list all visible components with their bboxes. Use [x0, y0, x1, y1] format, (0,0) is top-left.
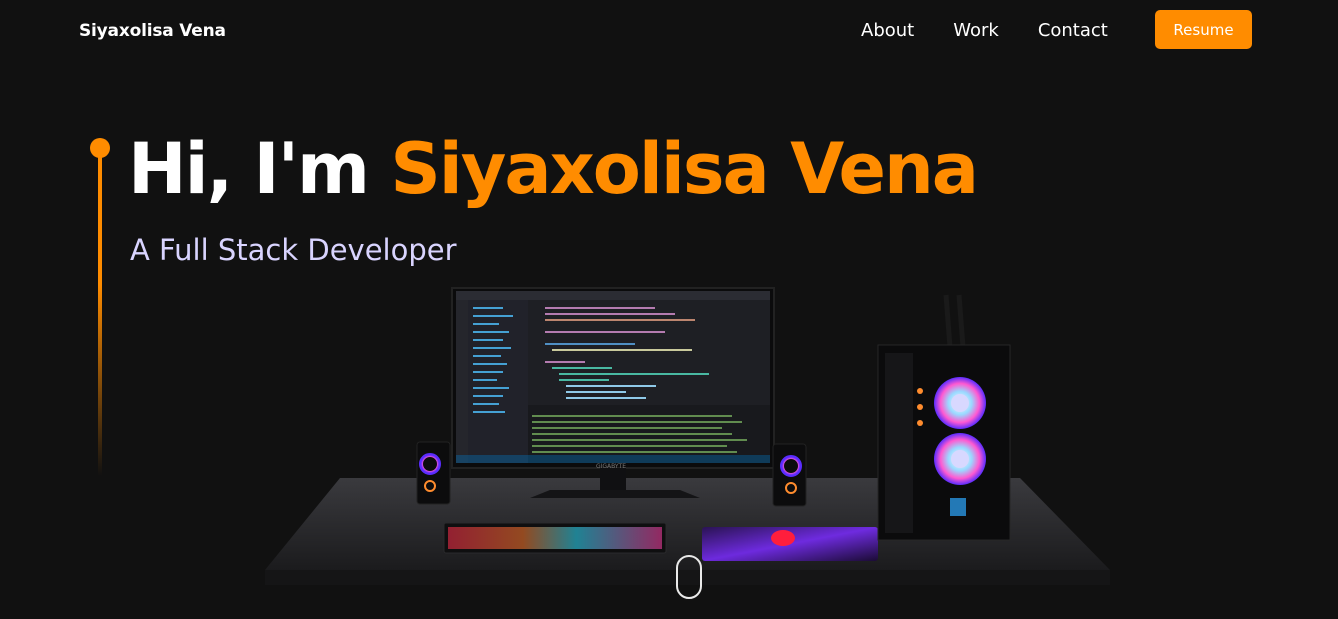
resume-button[interactable]: Resume	[1155, 10, 1252, 49]
nav-links: About Work Contact	[861, 20, 1108, 41]
nav-link-about[interactable]: About	[861, 20, 914, 41]
left-speaker	[416, 441, 451, 505]
nav-link-work[interactable]: Work	[953, 20, 999, 41]
hero-title: Hi, I'm Siyaxolisa Vena	[128, 128, 979, 210]
mousepad	[702, 527, 878, 561]
hero-subtitle: A Full Stack Developer	[130, 233, 457, 267]
timeline-dot	[90, 138, 110, 158]
keyboard	[443, 522, 667, 554]
monitor-brand-label: GIGABYTE	[596, 463, 626, 470]
scroll-mouse-icon[interactable]	[676, 555, 702, 599]
brand-logo[interactable]: Siyaxolisa Vena	[79, 21, 226, 41]
hero-greeting: Hi, I'm	[128, 128, 370, 210]
right-speaker	[772, 443, 807, 507]
navbar: Siyaxolisa Vena About Work Contact Resum…	[0, 0, 1338, 62]
pc-tower	[877, 294, 1011, 541]
hero-timeline-decoration	[90, 138, 110, 478]
nav-link-contact[interactable]: Contact	[1038, 20, 1108, 41]
hero-name: Siyaxolisa Vena	[390, 128, 979, 210]
timeline-line	[98, 156, 102, 476]
